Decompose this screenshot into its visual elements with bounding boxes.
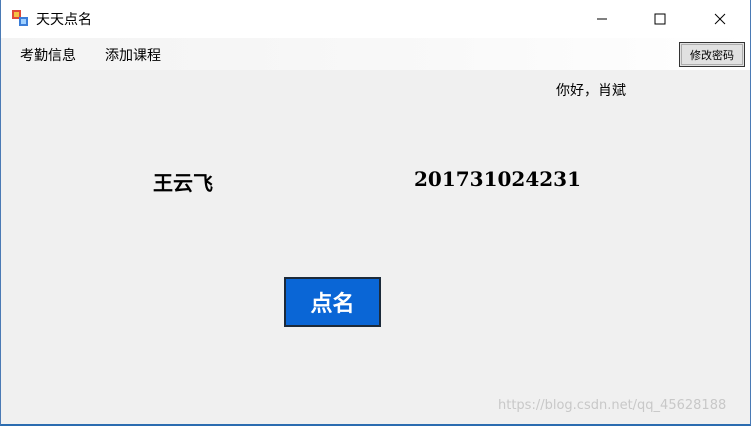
app-form-icon <box>12 10 28 26</box>
minimize-button[interactable] <box>573 0 631 38</box>
close-button[interactable] <box>691 0 749 38</box>
menu-bar: 考勤信息 添加课程 <box>1 38 750 70</box>
roll-call-button[interactable]: 点名 <box>284 277 381 327</box>
student-id: 201731024231 <box>414 167 581 191</box>
close-icon <box>714 13 726 25</box>
greeting-label: 你好，肖斌 <box>556 83 626 99</box>
app-window: 天天点名 考勤信息 添加课程 修改密码 你好，肖斌 王云飞 2017310242… <box>0 0 751 426</box>
watermark: https://blog.csdn.net/qq_45628188 <box>498 398 727 413</box>
minimize-icon <box>597 18 607 20</box>
change-password-button[interactable]: 修改密码 <box>679 42 745 67</box>
student-name: 王云飞 <box>153 171 213 195</box>
title-bar[interactable]: 天天点名 <box>1 0 750 38</box>
maximize-icon <box>654 13 666 25</box>
maximize-button[interactable] <box>631 0 689 38</box>
menu-item-attendance[interactable]: 考勤信息 <box>20 45 76 65</box>
menu-item-add-course[interactable]: 添加课程 <box>105 45 161 65</box>
window-title: 天天点名 <box>36 12 92 28</box>
